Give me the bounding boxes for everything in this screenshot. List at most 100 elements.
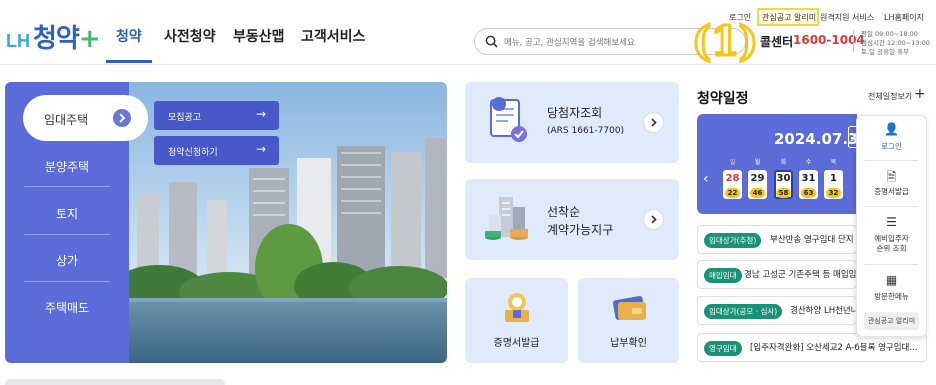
- annotation-callout-1: (1): [691, 17, 760, 67]
- calendar-day[interactable]: 28 22: [723, 170, 742, 199]
- search-icon: [485, 35, 498, 48]
- notice-category-tag: 영구임대: [704, 341, 742, 356]
- quick-menu-login[interactable]: 로그인: [856, 142, 927, 152]
- divider: [24, 281, 110, 282]
- calendar-day-count-badge: 58: [776, 188, 791, 198]
- notice-title: [입주자격완화] 오산세교2 A-6블록 영구임대...: [750, 343, 918, 353]
- calendar-day-number: 29: [750, 173, 765, 184]
- payment-check-card[interactable]: 납부확인: [578, 278, 679, 363]
- schedule-notice-item[interactable]: 임대상가(추첨) 부산반송 영구임대 단지 임: [697, 225, 857, 254]
- nav-item-realestate-map[interactable]: 부동산맵: [233, 26, 285, 46]
- calendar-day-number: 1: [830, 173, 837, 184]
- recruitment-notice-label: 모집공고: [168, 113, 202, 123]
- menu-item-commercial[interactable]: 상가: [5, 252, 129, 269]
- calendar-day-count-badge: 63: [801, 188, 816, 198]
- schedule-notice-item[interactable]: 매입임대 경남 고성군 기존주택 등 매입임: [697, 260, 857, 289]
- calendar-day-count-badge: 22: [725, 188, 740, 198]
- notice-title: 경남 고성군 기존주택 등 매입임: [744, 270, 857, 280]
- weekday-label: 월: [754, 159, 761, 166]
- apply-subscription-button[interactable]: 청약신청하기 →: [154, 136, 279, 165]
- arrow-right-icon: →: [256, 107, 267, 121]
- notice-category-tag: 임대상가(추첨): [704, 233, 762, 248]
- list-icon[interactable]: ☰: [856, 215, 927, 229]
- weekday-label: 목: [830, 159, 837, 166]
- utility-lh-home-link[interactable]: LH홈페이지: [884, 12, 924, 23]
- search-placeholder: 메뉴, 공고, 관심지역을 검색해보세요: [504, 38, 635, 48]
- calendar-day-count-badge: 32: [826, 188, 841, 198]
- view-all-schedule-link[interactable]: 전체일정보기: [868, 91, 912, 102]
- logo-plus-text: +: [78, 24, 101, 54]
- certificate-issue-label: 증명서발급: [493, 338, 540, 349]
- bottom-scroll-indicator: [5, 379, 225, 385]
- grid-icon[interactable]: ▦: [856, 273, 927, 287]
- call-center-label: 콜센터: [760, 35, 794, 49]
- calendar-day-count-badge: 46: [750, 188, 765, 198]
- document-search-icon: [490, 97, 527, 142]
- first-come-title: 선착순: [547, 205, 581, 219]
- calendar-prev-icon[interactable]: ‹: [703, 171, 709, 187]
- arrow-right-icon: →: [256, 142, 267, 156]
- winner-inquiry-ars: (ARS 1661-7700): [547, 126, 625, 136]
- certificate-issue-card[interactable]: 증명서발급: [465, 278, 568, 363]
- quick-menu-certificate[interactable]: 증명서발급: [856, 187, 927, 197]
- schedule-notice-item[interactable]: 임대상가(공모 · 심사) 경산하양 LH천년나: [697, 296, 857, 325]
- quick-menu-visited[interactable]: 방문한메뉴: [856, 292, 927, 302]
- calendar-day[interactable]: 1 32: [824, 170, 843, 199]
- certificate-icon: [505, 293, 529, 322]
- notice-title: 부산반송 영구임대 단지 임: [770, 235, 857, 245]
- calendar-day-number: 28: [725, 173, 740, 184]
- notice-category-tag: 임대상가(공모 · 심사): [704, 304, 783, 319]
- recruitment-notice-button[interactable]: 모집공고 →: [154, 101, 279, 130]
- calendar-day[interactable]: 31 63: [799, 170, 818, 199]
- divider: [865, 206, 918, 207]
- weekday-label: 화: [780, 159, 787, 166]
- person-icon[interactable]: 👤: [856, 122, 927, 136]
- quick-menu-interest-alert[interactable]: 관심공고 알리미: [864, 312, 919, 330]
- divider: [24, 234, 110, 235]
- nav-item-subscription[interactable]: 청약: [116, 26, 142, 46]
- calendar-day-selected[interactable]: 30 58: [774, 170, 793, 199]
- buildings-coins-icon: [485, 197, 528, 240]
- divider: [853, 30, 854, 52]
- weekday-label: 일: [729, 159, 736, 166]
- chevron-right-icon: [644, 113, 663, 132]
- utility-interest-alert-link[interactable]: 관심공고 알리미: [762, 12, 816, 23]
- logo-lh-text: LH: [6, 31, 30, 51]
- wallet-icon: [612, 296, 646, 320]
- menu-item-rental-housing-label: 임대주택: [44, 113, 89, 127]
- apply-subscription-label: 청약신청하기: [168, 148, 218, 158]
- schedule-title: 청약일정: [697, 91, 749, 107]
- lh-logo[interactable]: LH 청약 +: [6, 18, 101, 55]
- menu-item-land[interactable]: 토지: [5, 205, 129, 222]
- weekday-label: 수: [805, 159, 812, 166]
- chevron-right-icon: [113, 109, 131, 127]
- schedule-notice-item[interactable]: 영구임대 [입주자격완화] 오산세교2 A-6블록 영구임대...: [697, 333, 927, 362]
- notice-title: 경산하양 LH천년나: [790, 306, 857, 316]
- calendar-day[interactable]: 29 46: [748, 170, 767, 199]
- payment-check-label: 납부확인: [610, 338, 647, 349]
- calendar-day-number: 30: [776, 173, 791, 184]
- chevron-right-icon: [644, 210, 663, 229]
- first-come-subtitle: 계약가능지구: [547, 223, 614, 237]
- first-come-contract-card[interactable]: 선착순 계약가능지구: [465, 179, 679, 260]
- divider: [24, 186, 110, 187]
- menu-item-house-sale[interactable]: 주택매도: [5, 299, 129, 316]
- utility-remote-support-link[interactable]: 원격지원 서비스: [820, 12, 874, 23]
- nav-item-customer-service[interactable]: 고객서비스: [301, 26, 365, 46]
- plus-icon[interactable]: +: [914, 86, 926, 102]
- quick-menu-waitlist-rank[interactable]: 예비입주자 순위 조회: [856, 234, 927, 254]
- divider: [865, 264, 918, 265]
- notice-category-tag: 매입임대: [704, 268, 742, 283]
- nav-item-pre-subscription[interactable]: 사전청약: [164, 26, 216, 46]
- winner-inquiry-card[interactable]: 당첨자조회 (ARS 1661-7700): [465, 82, 679, 163]
- winner-inquiry-title: 당첨자조회: [547, 106, 603, 120]
- document-icon[interactable]: 🗎: [856, 168, 927, 189]
- nav-active-underline: [106, 60, 152, 63]
- menu-item-sale-housing[interactable]: 분양주택: [5, 158, 129, 175]
- header-divider: [0, 64, 936, 65]
- call-center-hours-weekend: 토,일 공휴일 휴무: [861, 48, 910, 56]
- divider: [865, 160, 918, 161]
- logo-main-text: 청약: [33, 24, 80, 54]
- call-center-number: 1600-1004: [793, 33, 865, 47]
- calendar-day-number: 31: [801, 173, 816, 184]
